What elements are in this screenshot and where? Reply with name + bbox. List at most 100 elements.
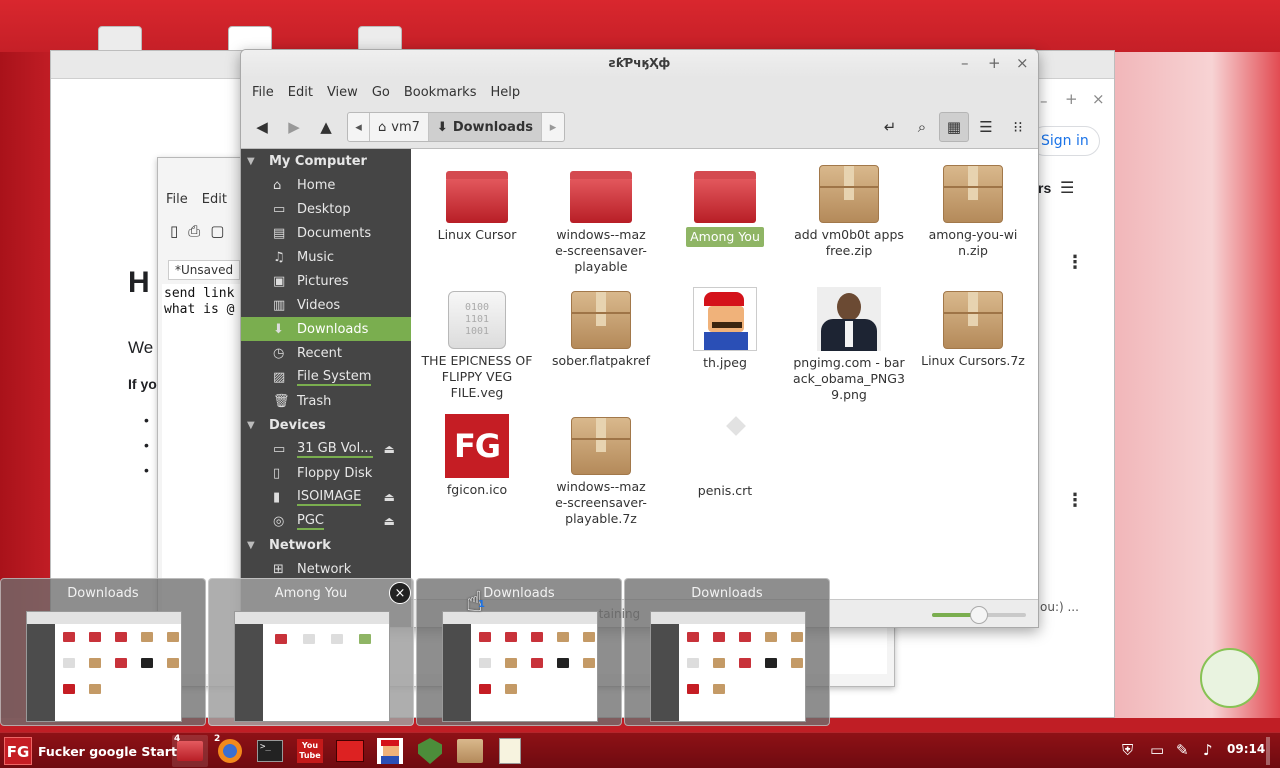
sidebar-item-label: 31 GB Vol... bbox=[297, 440, 373, 458]
shield-icon[interactable]: ⛨ bbox=[1122, 741, 1133, 759]
menu-bookmarks[interactable]: Bookmarks bbox=[399, 82, 482, 103]
sidebar-item-home[interactable]: ⌂ Home bbox=[241, 173, 411, 197]
file-manager-window[interactable]: ƨƙƤчӄҲф – + × File Edit View Go Bookmark… bbox=[240, 49, 1039, 628]
breadcrumb-right-icon[interactable]: ▸ bbox=[542, 113, 564, 141]
file-manager-titlebar[interactable]: ƨƙƤчӄҲф – + × bbox=[241, 50, 1038, 78]
show-desktop-button[interactable] bbox=[1266, 737, 1270, 765]
file-item[interactable]: FG fgicon.ico bbox=[419, 414, 535, 498]
file-item[interactable]: among-you-win.zip bbox=[915, 163, 1031, 259]
search-icon[interactable]: ⌕ bbox=[909, 112, 935, 142]
sidebar-item-isoimage[interactable]: ▮ ISOIMAGE ⏏ bbox=[241, 485, 411, 509]
sidebar-section-devices[interactable]: ▼ Devices bbox=[241, 413, 411, 437]
browser-maximize-icon[interactable]: + bbox=[1065, 90, 1078, 108]
sidebar-section-network[interactable]: ▼ Network bbox=[241, 533, 411, 557]
sidebar-item-downloads[interactable]: ⬇ Downloads bbox=[241, 317, 411, 341]
eject-icon[interactable]: ⏏ bbox=[384, 442, 395, 456]
eject-icon[interactable]: ⏏ bbox=[384, 490, 395, 504]
switcher-item-label: Downloads bbox=[67, 586, 139, 601]
toggle-location-icon[interactable]: ↵ bbox=[877, 112, 903, 142]
editor-menu-edit[interactable]: Edit bbox=[202, 192, 227, 207]
editor-menu-file[interactable]: File bbox=[166, 192, 188, 207]
list-view-icon[interactable]: ☰ bbox=[971, 112, 1001, 142]
file-item[interactable]: penis.crt bbox=[667, 415, 783, 499]
pen-icon[interactable]: ✎ bbox=[1176, 741, 1189, 759]
sidebar-item-label: Music bbox=[297, 249, 334, 265]
switcher-item[interactable]: Downloads bbox=[0, 578, 206, 726]
tune-icon[interactable]: ☰ bbox=[1060, 178, 1074, 197]
switcher-item-label: Downloads bbox=[483, 586, 555, 601]
file-item[interactable]: th.jpeg bbox=[667, 287, 783, 371]
editor-tab[interactable]: *Unsaved bbox=[168, 260, 241, 280]
sign-in-button[interactable]: Sign in bbox=[1030, 126, 1100, 156]
taskbar-youtube-exe[interactable] bbox=[332, 735, 368, 767]
file-item[interactable]: Linux Cursors.7z bbox=[915, 289, 1031, 369]
taskbar-youtube[interactable]: You Tube bbox=[292, 735, 328, 767]
sidebar-section-my-computer[interactable]: ▼ My Computer bbox=[241, 149, 411, 173]
taskbar-files[interactable]: 4 bbox=[172, 734, 208, 767]
sidebar-item-pgc[interactable]: ◎ PGC ⏏ bbox=[241, 509, 411, 533]
taskbar-mario[interactable] bbox=[372, 735, 408, 767]
sidebar-item-label: Videos bbox=[297, 297, 341, 313]
desktop-drive-icon[interactable] bbox=[98, 26, 142, 52]
taskbar-archive-manager[interactable] bbox=[452, 735, 488, 767]
up-arrow-icon[interactable]: ▲ bbox=[313, 112, 339, 142]
zoom-slider[interactable] bbox=[932, 606, 1026, 624]
close-icon[interactable]: × bbox=[1016, 54, 1029, 72]
switcher-item[interactable]: Downloads bbox=[624, 578, 830, 726]
zoom-slider-knob[interactable] bbox=[970, 606, 988, 624]
print-icon[interactable]: ⎙ bbox=[188, 222, 200, 240]
file-item[interactable]: pngimg.com - barack_obama_PNG39.png bbox=[791, 287, 907, 403]
more-menu-icon[interactable]: ⋮ bbox=[1066, 252, 1084, 273]
more-menu-icon[interactable]: ⋮ bbox=[1066, 490, 1084, 511]
save-icon[interactable]: ▢ bbox=[210, 222, 224, 240]
file-item[interactable]: windows--maze-screensaver-playable bbox=[543, 163, 659, 275]
browser-minimize-icon[interactable]: – bbox=[1040, 92, 1048, 110]
switcher-close-icon[interactable]: × bbox=[389, 582, 411, 604]
start-menu-button[interactable]: FG Fucker google Start bbox=[4, 736, 177, 766]
minimize-icon[interactable]: – bbox=[961, 54, 969, 72]
new-file-icon[interactable]: ▯ bbox=[170, 222, 178, 240]
sidebar-item-label: File System bbox=[297, 368, 372, 386]
back-arrow-icon[interactable]: ◀ bbox=[249, 112, 275, 142]
file-item[interactable]: add vm0b0t apps free.zip bbox=[791, 163, 907, 259]
taskbar-update-manager[interactable] bbox=[412, 735, 448, 767]
sidebar-item-documents[interactable]: ▤ Documents bbox=[241, 221, 411, 245]
menu-view[interactable]: View bbox=[322, 82, 363, 103]
sidebar-item-recent[interactable]: ◷ Recent bbox=[241, 341, 411, 365]
sidebar-item-pictures[interactable]: ▣ Pictures bbox=[241, 269, 411, 293]
breadcrumb-home[interactable]: ⌂ vm7 bbox=[370, 113, 429, 141]
breadcrumb-left-icon[interactable]: ◂ bbox=[348, 113, 370, 141]
browser-close-icon[interactable]: × bbox=[1092, 90, 1105, 108]
sidebar-item-desktop[interactable]: ▭ Desktop bbox=[241, 197, 411, 221]
eject-icon[interactable]: ⏏ bbox=[384, 514, 395, 528]
breadcrumb-downloads[interactable]: ⬇ Downloads bbox=[428, 113, 543, 141]
sidebar-item-videos[interactable]: ▥ Videos bbox=[241, 293, 411, 317]
menu-go[interactable]: Go bbox=[367, 82, 395, 103]
file-item[interactable]: Linux Cursor bbox=[419, 163, 535, 243]
sidebar-item-music[interactable]: ♫ Music bbox=[241, 245, 411, 269]
sidebar-item-floppy[interactable]: ▯ Floppy Disk bbox=[241, 461, 411, 485]
file-item-selected[interactable]: Among You bbox=[667, 163, 783, 247]
sound-icon[interactable]: ♪ bbox=[1203, 741, 1213, 759]
taskbar-firefox[interactable]: 2 bbox=[212, 734, 248, 767]
sidebar-item-volume[interactable]: ▭ 31 GB Vol... ⏏ bbox=[241, 437, 411, 461]
menu-file[interactable]: File bbox=[247, 82, 279, 103]
menu-help[interactable]: Help bbox=[485, 82, 525, 103]
sidebar-item-trash[interactable]: 🗑 Trash bbox=[241, 389, 411, 413]
file-item[interactable]: 0100 1101 1001 THE EPICNESS OF FLIPPY VE… bbox=[419, 289, 535, 401]
clock[interactable]: 09:14 bbox=[1227, 742, 1265, 756]
compact-view-icon[interactable]: ⁝⁝ bbox=[1003, 112, 1033, 142]
sidebar-item-file-system[interactable]: ▨ File System bbox=[241, 365, 411, 389]
display-icon[interactable]: ▭ bbox=[1150, 741, 1164, 759]
forward-arrow-icon[interactable]: ▶ bbox=[281, 112, 307, 142]
taskbar-terminal[interactable]: >_ bbox=[252, 735, 288, 767]
icon-view-icon[interactable]: ▦ bbox=[939, 112, 969, 142]
maximize-icon[interactable]: + bbox=[988, 54, 1001, 72]
file-item[interactable]: windows--maze-screensaver-playable.7z bbox=[543, 415, 659, 527]
file-item[interactable]: sober.flatpakref bbox=[543, 289, 659, 369]
certificate-icon bbox=[693, 415, 757, 479]
switcher-item[interactable]: Among You bbox=[208, 578, 414, 726]
menu-edit[interactable]: Edit bbox=[283, 82, 318, 103]
switcher-item[interactable]: Downloads bbox=[416, 578, 622, 726]
taskbar-text-editor[interactable] bbox=[492, 735, 528, 767]
